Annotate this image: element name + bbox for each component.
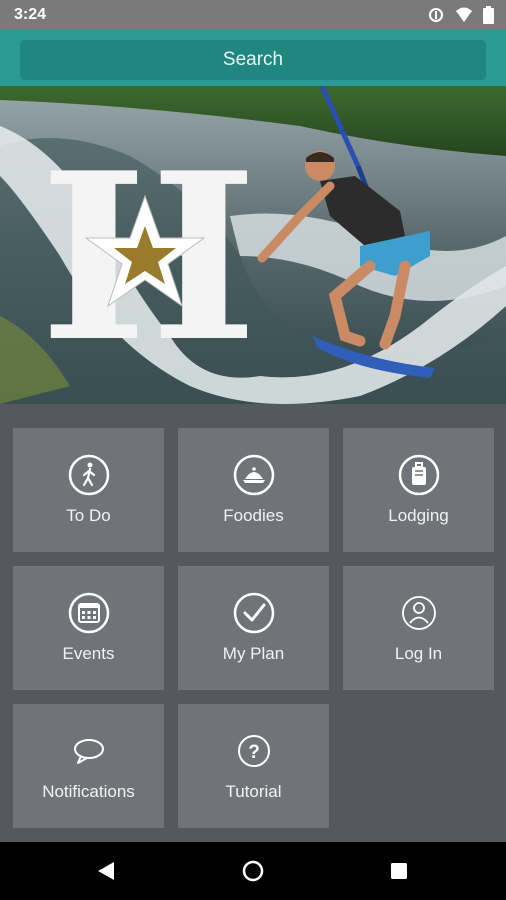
logo: H [40, 123, 257, 393]
speech-bubble-icon [68, 730, 110, 772]
tile-to-do[interactable]: To Do [13, 428, 164, 552]
hero-image: H [0, 86, 506, 404]
luggage-icon [398, 454, 440, 496]
calendar-icon [68, 592, 110, 634]
tile-lodging[interactable]: Lodging [343, 428, 494, 552]
search-bar: Search [0, 30, 506, 86]
system-nav-bar [0, 842, 506, 900]
data-saver-icon [429, 8, 443, 22]
tile-notifications[interactable]: Notifications [13, 704, 164, 828]
tile-events[interactable]: Events [13, 566, 164, 690]
status-bar: 3:24 [0, 0, 506, 30]
tile-label: Foodies [223, 506, 284, 525]
user-icon [398, 592, 440, 634]
status-time: 3:24 [14, 6, 47, 23]
tile-foodies[interactable]: Foodies [178, 428, 329, 552]
search-button[interactable]: Search [20, 40, 486, 80]
tile-my-plan[interactable]: My Plan [178, 566, 329, 690]
menu-grid: To Do Foodies Lodging Events My Plan Log… [0, 404, 506, 842]
back-icon[interactable] [96, 861, 116, 881]
walking-person-icon [68, 454, 110, 496]
tile-log-in[interactable]: Log In [343, 566, 494, 690]
question-icon: ? [233, 730, 275, 772]
wifi-icon [456, 7, 472, 22]
svg-text:?: ? [248, 742, 260, 763]
tile-label: Events [62, 644, 115, 663]
tile-label: Lodging [388, 506, 449, 525]
tile-label: Tutorial [225, 782, 282, 801]
status-icons [427, 6, 494, 24]
wakesurfer-photo: H [0, 86, 506, 404]
tile-tutorial[interactable]: ? Tutorial [178, 704, 329, 828]
tile-label: To Do [66, 506, 111, 525]
home-icon[interactable] [242, 860, 264, 882]
tile-label: Notifications [42, 782, 135, 801]
checkmark-icon [233, 592, 275, 634]
tile-label: My Plan [222, 644, 285, 663]
recents-icon[interactable] [390, 862, 408, 880]
food-dish-icon [233, 454, 275, 496]
battery-icon [483, 6, 494, 24]
tile-label: Log In [394, 644, 443, 663]
